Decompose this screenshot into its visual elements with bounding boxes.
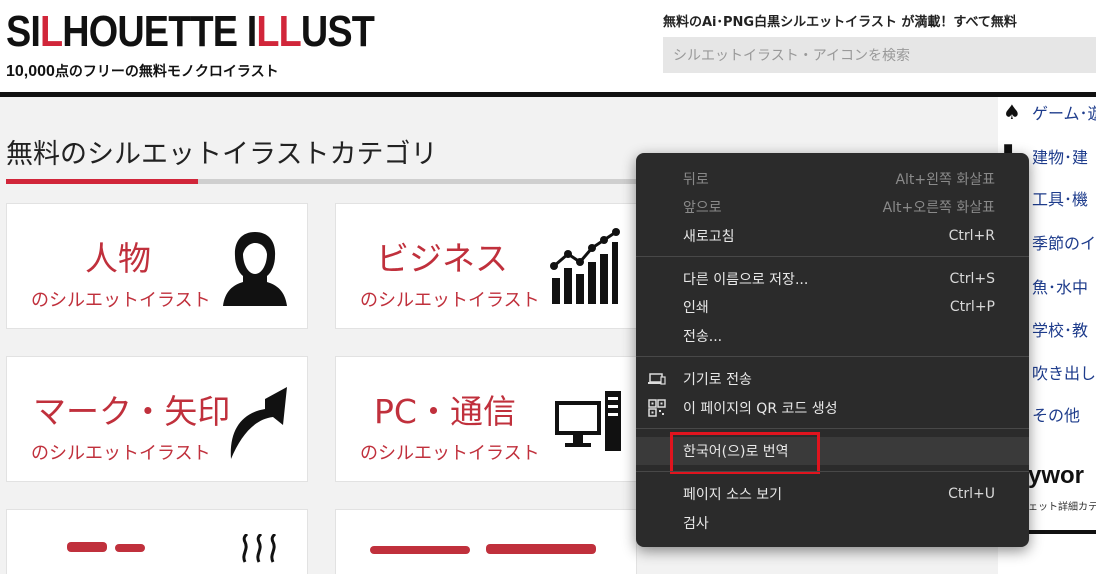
card-subtitle: のシルエットイラスト [360,290,540,311]
site-logo[interactable]: SILHOUETTE ILLUST [6,8,375,56]
category-card-partial[interactable] [336,510,636,574]
keyword-heading: ywor [1028,462,1085,489]
category-card-partial[interactable] [7,510,307,574]
steam-icon [242,534,277,563]
card-subtitle: のシルエットイラスト [360,443,540,464]
menu-separator [636,256,1029,257]
device-icon [648,373,666,385]
bar-chart-icon [550,228,620,304]
category-card-pc[interactable]: PC・通信 のシルエットイラスト [336,357,636,481]
menu-item-send-to-device[interactable]: 기기로 전송 [636,365,1029,393]
card-title-partial [67,542,107,552]
header-tagline: 無料のAi･PNG白黒シルエットイラスト が満載！すべて無料 [663,15,1017,30]
menu-separator [636,471,1029,472]
menu-item-forward[interactable]: 앞으로 Alt+오른쪽 화살표 [636,193,1029,221]
menu-separator [636,428,1029,429]
category-card-mark-arrow[interactable]: マーク・矢印 のシルエットイラスト [7,357,307,481]
category-card-person[interactable]: 人物 のシルエットイラスト [7,204,307,328]
qr-code-icon [648,399,666,417]
menu-item-save-as[interactable]: 다른 이름으로 저장... Ctrl+S [636,265,1029,293]
menu-item-view-source[interactable]: 페이지 소스 보기 Ctrl+U [636,480,1029,508]
menu-item-reload[interactable]: 새로고침 Ctrl+R [636,222,1029,250]
card-title-partial [486,544,596,554]
header-divider [0,92,1096,97]
section-underline-accent [6,179,198,184]
menu-item-print[interactable]: 인쇄 Ctrl+P [636,293,1029,321]
highlight-box [670,432,820,474]
menu-item-inspect[interactable]: 검사 [636,509,1029,537]
card-title: マーク・矢印 [33,392,231,431]
search-input[interactable]: シルエットイラスト・アイコンを検索 [663,37,1096,73]
menu-item-back[interactable]: 뒤로 Alt+왼쪽 화살표 [636,165,1029,193]
section-underline [198,179,638,184]
keyword-subheading: ェット詳細カテ [1028,502,1096,513]
spade-icon: ♠ [1003,100,1021,124]
card-title-partial [115,544,145,552]
menu-item-qr-code[interactable]: 이 페이지의 QR 코드 생성 [636,394,1029,422]
card-subtitle: のシルエットイラスト [31,290,211,311]
search-placeholder: シルエットイラスト・アイコンを検索 [673,48,911,64]
card-title-partial [370,546,470,554]
computer-icon [555,391,621,451]
sidebar-divider [1028,530,1096,534]
menu-item-cast[interactable]: 전송... [636,322,1029,350]
sidebar-item-game[interactable]: ♠ ゲーム･遊 [998,100,1096,124]
card-title: PC・通信 [374,392,516,431]
context-menu: 뒤로 Alt+왼쪽 화살표 앞으로 Alt+오른쪽 화살표 새로고침 Ctrl+… [636,153,1029,547]
logo-subtitle: 10,000点のフリーの無料モノクロイラスト [6,63,279,80]
category-card-business[interactable]: ビジネス のシルエットイラスト [336,204,636,328]
section-title: 無料のシルエットイラストカテゴリ [6,139,438,170]
card-subtitle: のシルエットイラスト [31,443,211,464]
site-header: SILHOUETTE ILLUST 10,000点のフリーの無料モノクロイラスト… [0,0,1096,92]
menu-separator [636,356,1029,357]
arrow-icon [230,387,287,459]
card-title: 人物 [85,239,151,278]
person-icon [223,232,287,306]
card-title: ビジネス [376,239,508,278]
